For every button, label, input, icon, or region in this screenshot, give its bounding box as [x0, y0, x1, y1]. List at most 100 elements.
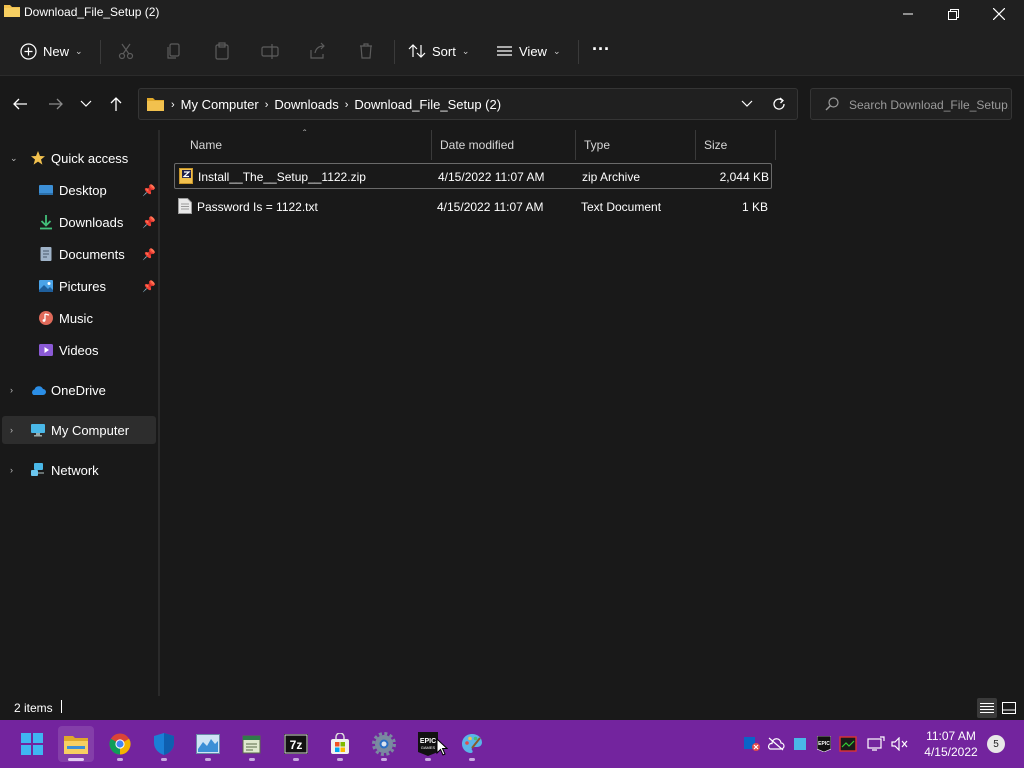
sidebar-item-pictures[interactable]: Pictures 📌	[2, 272, 156, 300]
breadcrumb-downloads[interactable]: Downloads	[274, 97, 338, 112]
pin-icon[interactable]: 📌	[142, 280, 156, 293]
taskbar-settings[interactable]	[366, 726, 402, 762]
search-box[interactable]	[810, 88, 1012, 120]
column-header-label: Size	[704, 138, 728, 152]
file-name: Password Is = 1122.txt	[197, 200, 318, 214]
column-header-date-modified[interactable]: Date modified	[432, 130, 576, 160]
taskbar-microsoft-store[interactable]	[322, 726, 358, 762]
chevron-right-icon[interactable]: ›	[10, 465, 13, 475]
sidebar-item-network[interactable]: › Network	[2, 456, 156, 484]
sort-button[interactable]: Sort ⌄	[408, 38, 469, 64]
address-history-chevron-icon[interactable]	[741, 97, 753, 111]
sidebar-item-onedrive[interactable]: › OneDrive	[2, 376, 156, 404]
pin-icon[interactable]: 📌	[142, 184, 156, 197]
monitor-tray-icon[interactable]	[838, 734, 858, 754]
close-button[interactable]	[976, 0, 1022, 28]
start-button[interactable]	[14, 726, 50, 762]
running-indicator	[293, 758, 299, 761]
sidebar-item-my-computer[interactable]: › My Computer	[2, 416, 156, 444]
minimize-button[interactable]	[885, 0, 931, 28]
breadcrumb-my-computer[interactable]: My Computer	[181, 97, 259, 112]
paste-icon[interactable]	[212, 41, 232, 61]
recent-locations-button[interactable]	[76, 94, 96, 114]
zip-file-icon	[179, 168, 193, 184]
notification-badge[interactable]: 5	[987, 735, 1005, 753]
running-indicator	[469, 758, 475, 761]
sidebar-item-videos[interactable]: Videos	[2, 336, 156, 364]
running-indicator	[425, 758, 431, 761]
tiles-view-icon	[1002, 702, 1016, 714]
back-button[interactable]	[10, 94, 30, 114]
view-button[interactable]: View ⌄	[496, 38, 561, 64]
downloads-icon	[40, 215, 52, 230]
column-header-size[interactable]: Size	[696, 130, 776, 160]
sort-icon	[408, 44, 426, 58]
display-network-icon[interactable]	[866, 734, 886, 754]
taskbar-chrome[interactable]	[102, 726, 138, 762]
epic-games-icon: EPICGAMES	[418, 732, 438, 756]
copy-icon[interactable]	[164, 41, 184, 61]
taskbar: 7z EPIC GAMES EPIC 11:07 AM 4/15/2022 5	[0, 720, 1024, 768]
details-view-button[interactable]	[977, 698, 997, 718]
share-icon[interactable]	[308, 41, 328, 61]
taskbar-windows-security[interactable]	[146, 726, 182, 762]
sidebar-item-label: OneDrive	[51, 382, 106, 398]
column-header-name[interactable]: Name	[182, 130, 432, 160]
column-header-label: Name	[190, 138, 223, 152]
volume-muted-icon[interactable]	[890, 734, 910, 754]
file-explorer-window: Download_File_Setup (2) New ⌄ Sort ⌄ Vie…	[0, 0, 1024, 720]
arrow-left-icon	[13, 98, 27, 110]
epic-tray-icon[interactable]: EPIC	[814, 734, 834, 754]
large-icons-view-button[interactable]	[999, 698, 1019, 718]
shield-icon	[154, 733, 174, 755]
new-button[interactable]: New ⌄	[20, 38, 83, 64]
command-bar: New ⌄ Sort ⌄ View ⌄ ···	[0, 28, 1024, 76]
restore-icon	[947, 8, 959, 20]
up-button[interactable]	[106, 94, 126, 114]
taskbar-paint[interactable]	[454, 726, 490, 762]
breadcrumb-current-folder[interactable]: Download_File_Setup (2)	[354, 97, 501, 112]
sidebar-item-label: Music	[59, 310, 93, 326]
forward-button[interactable]	[46, 94, 66, 114]
table-row[interactable]: Password Is = 1122.txt 4/15/2022 11:07 A…	[174, 194, 772, 220]
chevron-down-icon: ⌄	[461, 45, 470, 56]
outlook-sync-icon[interactable]	[742, 734, 762, 754]
taskbar-clock[interactable]: 11:07 AM 4/15/2022	[918, 728, 984, 760]
desktop-icon	[39, 185, 53, 195]
search-input[interactable]	[849, 95, 1009, 115]
sidebar-item-documents[interactable]: Documents 📌	[2, 240, 156, 268]
chevron-right-icon[interactable]: ›	[345, 99, 349, 111]
pin-icon[interactable]: 📌	[142, 248, 156, 261]
running-indicator	[161, 758, 167, 761]
chevron-right-icon[interactable]: ›	[10, 385, 13, 395]
pin-icon[interactable]: 📌	[142, 216, 156, 229]
refresh-icon[interactable]	[771, 96, 787, 112]
taskbar-file-explorer[interactable]	[58, 726, 94, 762]
onedrive-offline-icon[interactable]	[766, 734, 786, 754]
delete-icon[interactable]	[356, 41, 376, 61]
taskbar-7zip[interactable]: 7z	[278, 726, 314, 762]
tablet-icon[interactable]	[790, 734, 810, 754]
taskbar-task-manager[interactable]	[190, 726, 226, 762]
chevron-right-icon[interactable]: ›	[10, 425, 13, 435]
restore-button[interactable]	[930, 0, 976, 28]
plus-circle-icon	[20, 42, 37, 60]
table-row[interactable]: Install__The__Setup__1122.zip 4/15/2022 …	[174, 163, 772, 189]
column-header-type[interactable]: Type	[576, 130, 696, 160]
address-bar[interactable]: › My Computer › Downloads › Download_Fil…	[138, 88, 798, 120]
computer-icon	[31, 424, 45, 437]
arrow-right-icon	[49, 98, 63, 110]
sidebar-item-quick-access[interactable]: ⌄ Quick access	[2, 144, 156, 172]
rename-icon[interactable]	[260, 41, 280, 61]
taskbar-notepad[interactable]	[234, 726, 270, 762]
sidebar-item-desktop[interactable]: Desktop 📌	[2, 176, 156, 204]
title-bar[interactable]: Download_File_Setup (2)	[0, 0, 1024, 28]
more-options-button[interactable]: ···	[592, 36, 610, 62]
sidebar-item-music[interactable]: Music	[2, 304, 156, 332]
task-manager-icon	[196, 734, 220, 754]
clock-time: 11:07 AM	[926, 729, 976, 743]
cut-icon[interactable]	[116, 41, 136, 61]
chevron-down-icon[interactable]: ⌄	[10, 153, 18, 164]
sidebar-item-downloads[interactable]: Downloads 📌	[2, 208, 156, 236]
chevron-right-icon[interactable]: ›	[265, 99, 269, 111]
